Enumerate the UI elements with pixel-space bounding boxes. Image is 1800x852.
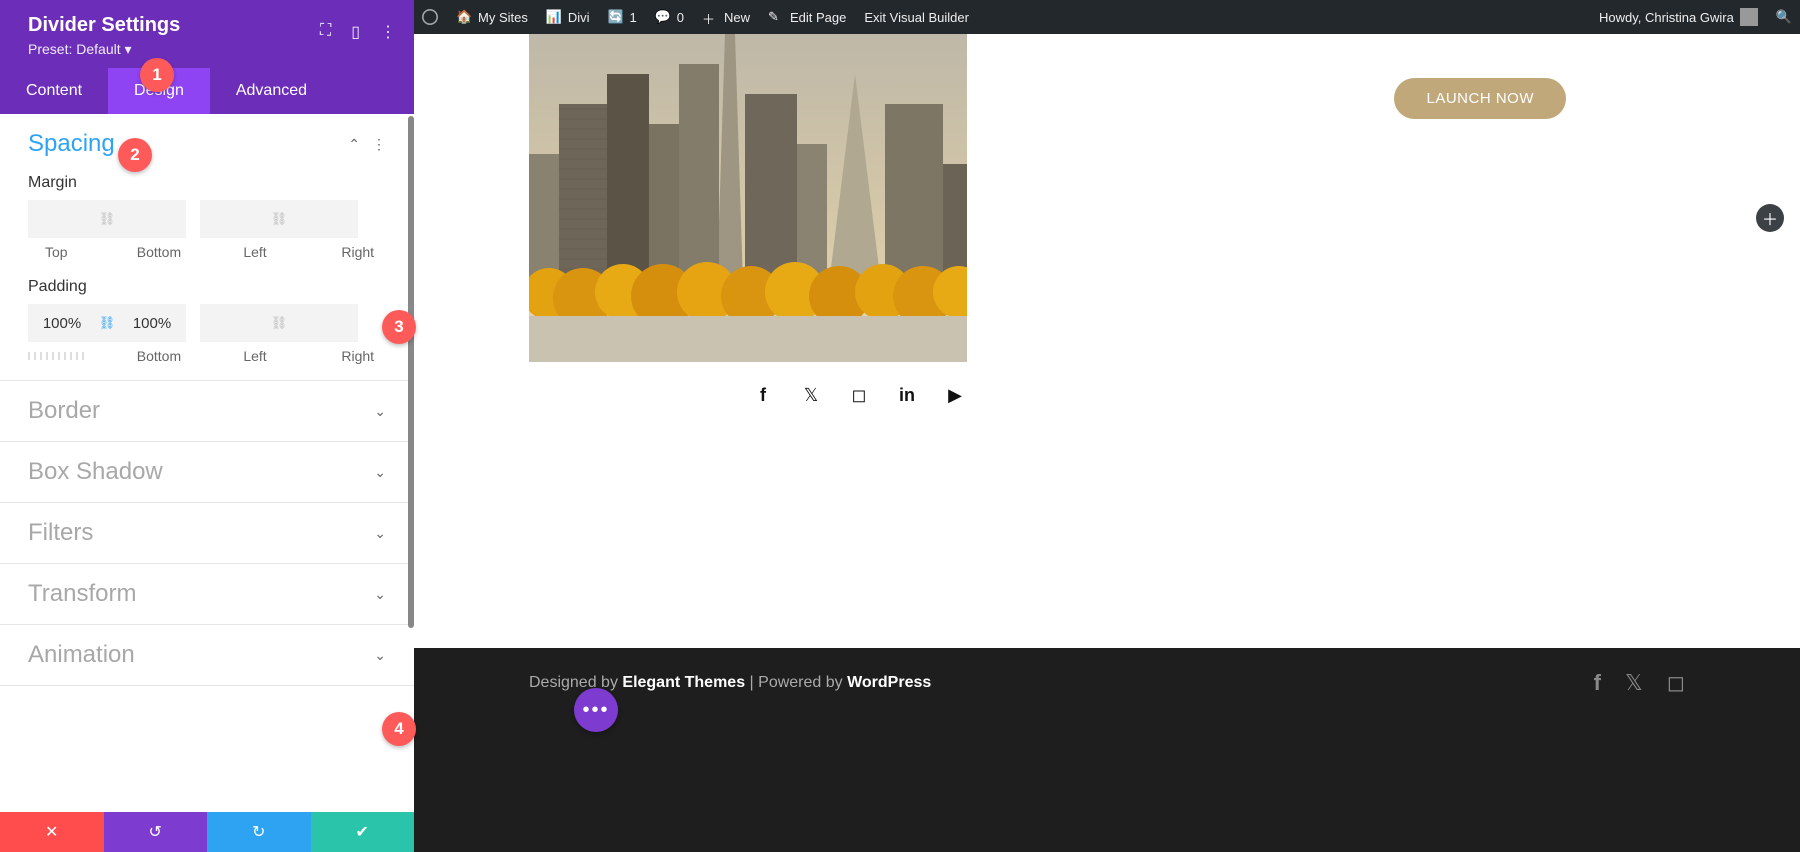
panel-body: Spacing ⌃ ⋮ Margin ⛓ ⛓	[0, 114, 414, 812]
label-top: Top	[28, 244, 84, 260]
label-left: Left	[227, 244, 283, 260]
callout-badge-2: 2	[118, 138, 152, 172]
wp-logo-icon[interactable]	[422, 9, 438, 25]
chevron-down-icon: ⌄	[374, 525, 386, 542]
label-right: Right	[330, 244, 386, 260]
margin-left-input[interactable]	[200, 200, 268, 238]
margin-label: Margin	[28, 174, 386, 192]
twitter-icon[interactable]: 𝕏	[800, 384, 822, 406]
padding-left-input[interactable]	[200, 304, 268, 342]
padding-right-input[interactable]	[290, 304, 358, 342]
undo-button[interactable]: ↺	[104, 812, 208, 852]
search-icon[interactable]: 🔍	[1776, 9, 1792, 25]
chevron-down-icon: ⌄	[374, 403, 386, 420]
panel-header: Divider Settings Preset: Default ▾ ⛶ ▯ ⋮	[0, 0, 414, 68]
twitter-icon[interactable]: 𝕏	[1625, 670, 1643, 696]
updates-link[interactable]: 🔄1	[608, 9, 637, 25]
callout-badge-1: 1	[140, 58, 174, 92]
margin-right-input[interactable]	[290, 200, 358, 238]
chevron-up-icon[interactable]: ⌃	[348, 136, 360, 153]
link-icon[interactable]: ⛓	[268, 304, 290, 342]
hero-image	[529, 34, 967, 362]
link-icon[interactable]: ⛓	[268, 200, 290, 238]
link-icon[interactable]: ⛓	[96, 304, 118, 342]
label-right: Right	[330, 348, 386, 364]
avatar	[1740, 8, 1758, 26]
chevron-down-icon: ⌄	[374, 464, 386, 481]
facebook-icon[interactable]: f	[1594, 670, 1601, 696]
tab-content[interactable]: Content	[0, 68, 108, 114]
howdy-user[interactable]: Howdy, Christina Gwira	[1599, 8, 1758, 26]
section-filters[interactable]: Filters ⌄	[0, 503, 414, 564]
exit-vb-link[interactable]: Exit Visual Builder	[864, 10, 969, 25]
section-box-shadow[interactable]: Box Shadow ⌄	[0, 442, 414, 503]
add-section-button[interactable]: ＋	[1756, 204, 1784, 232]
more-icon[interactable]: ⋮	[380, 22, 396, 42]
instagram-icon[interactable]: ◻	[848, 384, 870, 406]
section-header-spacing[interactable]: Spacing ⌃ ⋮	[28, 130, 386, 158]
cancel-button[interactable]: ✕	[0, 812, 104, 852]
chevron-down-icon: ⌄	[374, 647, 386, 664]
redo-button[interactable]: ↻	[207, 812, 311, 852]
callout-badge-3: 3	[382, 310, 416, 344]
panel-tabs: Content Design Advanced	[0, 68, 414, 114]
page-content: f 𝕏 ◻ in ▶ LAUNCH NOW ＋	[414, 34, 1800, 648]
theme-link[interactable]: Elegant Themes	[622, 674, 745, 691]
label-bottom: Bottom	[131, 348, 187, 364]
more-icon[interactable]: ⋮	[372, 136, 386, 153]
expand-icon[interactable]: ⛶	[320, 22, 331, 42]
margin-bottom-input[interactable]	[118, 200, 186, 238]
padding-bottom-input[interactable]	[118, 304, 186, 342]
section-transform[interactable]: Transform ⌄	[0, 564, 414, 625]
drag-handle-icon[interactable]	[28, 352, 84, 360]
social-icons: f 𝕏 ◻ in ▶	[752, 384, 966, 406]
linkedin-icon[interactable]: in	[896, 384, 918, 406]
builder-menu-button[interactable]: •••	[574, 688, 618, 732]
my-sites-link[interactable]: 🏠My Sites	[456, 9, 528, 25]
margin-top-input[interactable]	[28, 200, 96, 238]
chevron-down-icon: ⌄	[374, 586, 386, 603]
youtube-icon[interactable]: ▶	[944, 384, 966, 406]
link-icon[interactable]: ⛓	[96, 200, 118, 238]
padding-label: Padding	[28, 278, 386, 296]
panel-footer: ✕ ↺ ↻ ✔	[0, 812, 414, 852]
preset-dropdown[interactable]: Preset: Default ▾	[28, 41, 394, 58]
tab-advanced[interactable]: Advanced	[210, 68, 333, 114]
settings-panel: Divider Settings Preset: Default ▾ ⛶ ▯ ⋮…	[0, 0, 414, 852]
facebook-icon[interactable]: f	[752, 384, 774, 406]
platform-link[interactable]: WordPress	[847, 674, 931, 691]
edit-page-link[interactable]: ✎Edit Page	[768, 9, 846, 25]
instagram-icon[interactable]: ◻	[1667, 670, 1685, 696]
comments-link[interactable]: 💬0	[655, 9, 684, 25]
label-bottom: Bottom	[131, 244, 187, 260]
padding-top-input[interactable]	[28, 304, 96, 342]
callout-badge-4: 4	[382, 712, 416, 746]
page-footer: Designed by Elegant Themes | Powered by …	[414, 648, 1800, 852]
devices-icon[interactable]: ▯	[351, 22, 360, 42]
site-link[interactable]: 📊Divi	[546, 9, 590, 25]
section-animation[interactable]: Animation ⌄	[0, 625, 414, 686]
save-button[interactable]: ✔	[311, 812, 415, 852]
section-border[interactable]: Border ⌄	[0, 381, 414, 442]
label-left: Left	[227, 348, 283, 364]
new-link[interactable]: ＋New	[702, 9, 750, 25]
wp-admin-bar: 🏠My Sites 📊Divi 🔄1 💬0 ＋New ✎Edit Page Ex…	[414, 0, 1800, 34]
section-spacing: Spacing ⌃ ⋮ Margin ⛓ ⛓	[0, 114, 414, 381]
launch-button[interactable]: LAUNCH NOW	[1394, 78, 1566, 119]
